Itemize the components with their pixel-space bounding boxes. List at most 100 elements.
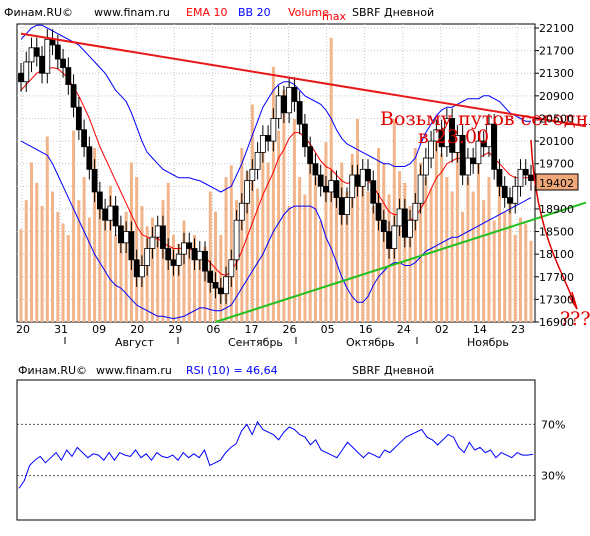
volume-bar: [434, 133, 438, 322]
candle-body: [407, 219, 413, 238]
volume-bar: [366, 191, 370, 322]
annotation-line-2: в 23.00: [418, 126, 489, 148]
volume-bar: [492, 220, 496, 322]
candle-body: [512, 185, 519, 204]
volume-bar: [308, 159, 312, 322]
volume-bar: [377, 148, 381, 322]
y-tick-label: 17300: [539, 293, 574, 306]
candle-body: [380, 219, 387, 232]
candle-body: [528, 174, 534, 181]
y-tick-label: 17700: [539, 271, 574, 284]
x-tick-label: 23: [511, 323, 525, 336]
x-month-label: Ноябрь: [467, 336, 509, 349]
volume-bar: [313, 177, 317, 322]
main-x-axis: 20 31 09 20 29 06 17 26 05 16 24 02 14 23 Август Сентяб…: [16, 323, 525, 349]
volume-bar: [508, 200, 512, 322]
x-month-label: Октябрь: [346, 336, 395, 349]
x-tick-label: 20: [130, 323, 144, 336]
volume-bar: [156, 235, 160, 322]
chart-canvas: Финам.RU© www.finam.ru EMA 10 BB 20 Volu…: [4, 6, 590, 521]
x-tick-label: 26: [283, 323, 297, 336]
volume-bar: [292, 119, 296, 322]
candle-body: [296, 101, 303, 125]
candle-body: [70, 84, 77, 108]
candle-body: [44, 38, 51, 74]
candle-body: [254, 151, 261, 170]
x-tick-label: 09: [92, 323, 106, 336]
x-tick-label: 16: [359, 323, 373, 336]
candle-body: [238, 202, 245, 221]
candle-body: [233, 219, 240, 261]
volume-bar: [208, 191, 212, 322]
candle-body: [317, 174, 324, 187]
volume-bar: [271, 66, 275, 322]
candle-body: [223, 276, 229, 295]
candle-body: [81, 129, 87, 148]
candle-body: [354, 174, 361, 187]
x-tick-label: 14: [473, 323, 487, 336]
volume-bar: [324, 142, 328, 322]
bb-legend: BB 20: [238, 6, 271, 19]
candle-body: [501, 185, 508, 199]
rsi-y-tick-label: 30%: [541, 470, 565, 483]
rsi-chart-title: SBRF Дневной: [352, 364, 434, 377]
candle-body: [165, 248, 172, 261]
candle-body: [160, 225, 166, 249]
x-month-label: Август: [115, 336, 154, 349]
y-tick-label: 16900: [539, 316, 574, 329]
volume-bar: [282, 90, 286, 322]
y-tick-label: 20900: [539, 90, 574, 103]
candle-body: [212, 282, 219, 289]
volume-bar: [413, 148, 417, 322]
y-tick-label: 21700: [539, 45, 574, 58]
candle-body: [307, 146, 314, 165]
candle-body: [123, 231, 130, 244]
candle-body: [75, 106, 82, 131]
candle-body: [133, 259, 140, 278]
volume-bar: [461, 211, 465, 322]
candle-body: [33, 47, 40, 57]
volume-max-legend: max: [322, 10, 346, 23]
candle-body: [65, 67, 72, 85]
volume-bar: [429, 188, 433, 322]
candle-body: [338, 197, 345, 215]
candle-body: [86, 146, 93, 170]
candle-body: [112, 205, 119, 227]
candle-body: [49, 38, 56, 46]
candle-body: [522, 168, 529, 176]
volume-bar: [298, 177, 302, 322]
candle-body: [18, 72, 24, 83]
volume-bar: [382, 162, 386, 322]
main-url-label: www.finam.ru: [94, 6, 170, 19]
rsi-url-label: www.finam.ru: [96, 364, 172, 377]
y-tick-label: 18100: [539, 248, 574, 261]
candle-body: [91, 168, 98, 193]
volume-bar: [319, 220, 323, 322]
volume-bar: [287, 206, 291, 322]
candle-body: [349, 174, 356, 199]
x-tick-label: 05: [321, 323, 335, 336]
candle-body: [396, 208, 403, 227]
candle-body: [391, 225, 398, 249]
y-tick-label: 20100: [539, 135, 574, 148]
candle-body: [196, 250, 203, 261]
volume-bar: [482, 200, 486, 322]
last-price-label: 19402: [539, 177, 574, 190]
candle-body: [286, 86, 293, 114]
candle-body: [359, 168, 366, 187]
x-tick-label: 02: [435, 323, 449, 336]
candle-body: [54, 44, 61, 60]
volume-bar: [513, 235, 517, 322]
rsi-y-tick-label: 70%: [541, 418, 565, 431]
candle-body: [275, 95, 282, 119]
candle-body: [107, 205, 114, 221]
volume-bar: [440, 153, 444, 322]
main-chart-title: SBRF Дневной: [352, 6, 434, 19]
volume-bar: [524, 223, 528, 322]
candle-body: [102, 208, 109, 221]
x-tick-label: 31: [54, 323, 68, 336]
rsi-plot-area: [16, 379, 536, 521]
candle-body: [23, 61, 30, 83]
volume-bar: [466, 177, 470, 322]
candle-body: [117, 225, 124, 244]
